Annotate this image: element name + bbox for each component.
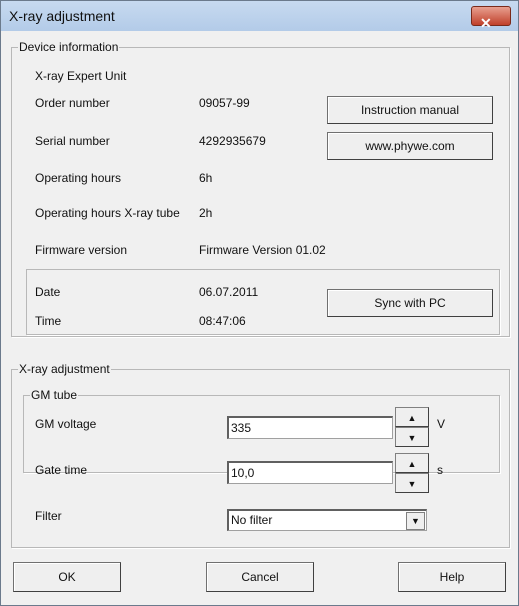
arrow-up-icon: ▲ [407,413,417,423]
sync-with-pc-button[interactable]: Sync with PC [327,289,493,317]
firmware-value: Firmware Version 01.02 [199,243,326,257]
title-bar: X-ray adjustment ✕ [1,1,518,31]
filter-select[interactable]: No filter ▼ [227,509,427,531]
window-title: X-ray adjustment [9,8,115,24]
operating-hours-label: Operating hours [35,171,122,185]
gm-voltage-input[interactable]: 335 [227,416,393,439]
dialog-window: X-ray adjustment ✕ Device information X-… [0,0,519,606]
tube-hours-value: 2h [199,206,213,220]
serial-number-value: 4292935679 [199,134,266,148]
firmware-label: Firmware version [35,243,128,257]
gate-time-down-button[interactable]: ▼ [395,473,429,493]
gm-voltage-label: GM voltage [35,417,97,431]
arrow-down-icon: ▼ [407,479,417,489]
serial-number-label: Serial number [35,134,110,148]
instruction-manual-button[interactable]: Instruction manual [327,96,493,124]
group-legend: Device information [18,40,120,54]
time-label: Time [35,314,62,328]
website-button[interactable]: www.phywe.com [327,132,493,160]
gm-voltage-down-button[interactable]: ▼ [395,427,429,447]
cancel-button[interactable]: Cancel [206,562,314,592]
help-button[interactable]: Help [398,562,506,592]
close-button[interactable]: ✕ [471,6,511,31]
gate-time-input[interactable]: 10,0 [227,461,393,484]
close-icon: ✕ [480,15,492,31]
volt-unit: V [437,417,446,431]
gate-time-label: Gate time [35,463,88,477]
group-legend: X-ray adjustment [18,362,111,376]
gm-voltage-up-button[interactable]: ▲ [395,407,429,427]
ok-button[interactable]: OK [13,562,121,592]
chevron-down-icon[interactable]: ▼ [406,512,425,530]
operating-hours-value: 6h [199,171,213,185]
filter-value: No filter [231,513,273,527]
time-value: 08:47:06 [199,314,246,328]
gate-time-up-button[interactable]: ▲ [395,453,429,473]
date-label: Date [35,285,61,299]
order-number-value: 09057-99 [199,96,250,110]
group-legend: GM tube [30,388,79,402]
order-number-label: Order number [35,96,110,110]
arrow-up-icon: ▲ [407,459,417,469]
arrow-down-icon: ▼ [407,433,417,443]
date-value: 06.07.2011 [199,285,259,299]
seconds-unit: s [437,463,443,477]
tube-hours-label: Operating hours X-ray tube [35,206,180,220]
unit-name: X-ray Expert Unit [35,69,127,83]
filter-label: Filter [35,509,62,523]
